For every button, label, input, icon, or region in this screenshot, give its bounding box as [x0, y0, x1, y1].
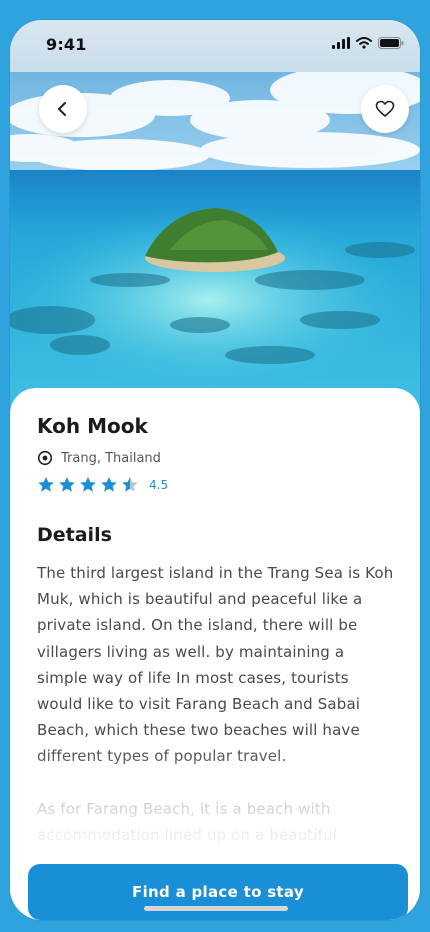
details-paragraph: As for Farang Beach, it is a beach with …: [37, 799, 338, 844]
island-photo: [10, 20, 420, 430]
place-location: Trang, Thailand: [37, 450, 161, 466]
status-time: 9:41: [46, 35, 87, 54]
rating: 4.5: [37, 476, 168, 493]
star-icon: [101, 477, 117, 492]
details-paragraph: The third largest island in the Trang Se…: [37, 564, 394, 766]
hero-image: [10, 20, 420, 430]
back-button[interactable]: [39, 85, 87, 133]
details-heading: Details: [37, 524, 112, 546]
status-bar: 9:41: [10, 20, 420, 72]
location-pin-icon: [37, 450, 53, 466]
place-title: Koh Mook: [37, 414, 148, 438]
status-icons: [332, 37, 404, 49]
chevron-left-icon: [58, 102, 66, 116]
star-icon: [80, 477, 96, 492]
star-icon: [59, 477, 75, 492]
star-icon: [38, 477, 54, 492]
home-indicator: [144, 906, 288, 911]
location-text: Trang, Thailand: [61, 450, 161, 466]
star-icon: [122, 477, 138, 492]
favorite-button[interactable]: [361, 85, 409, 133]
find-place-button[interactable]: Find a place to stay: [28, 864, 408, 920]
details-text: The third largest island in the Trang Se…: [37, 560, 397, 874]
signal-icon: [332, 37, 350, 49]
wifi-icon: [356, 37, 372, 49]
phone-frame: 9:41 Koh Mook Trang, Thailand 4.5 Detail…: [10, 20, 420, 920]
heart-icon: [375, 100, 395, 117]
battery-icon: [378, 37, 404, 49]
rating-value: 4.5: [149, 477, 169, 492]
rating-stars: [37, 476, 139, 493]
details-card: Koh Mook Trang, Thailand 4.5 Details The…: [10, 388, 420, 920]
